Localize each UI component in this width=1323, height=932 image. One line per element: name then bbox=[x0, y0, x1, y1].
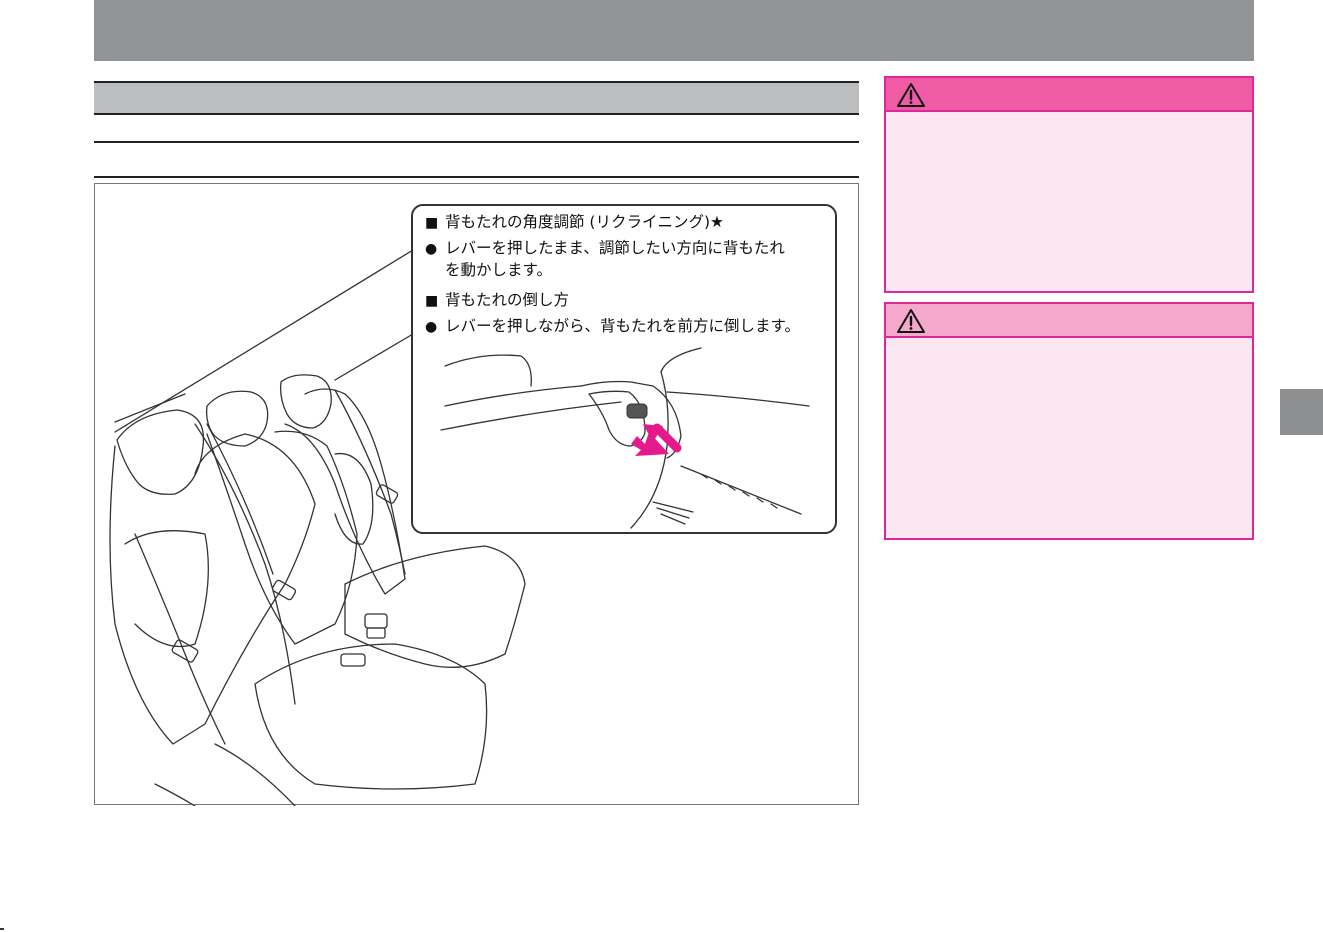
recline-instruction-line1: レバーを押したまま、調節したい方向に背もたれ bbox=[445, 239, 785, 257]
recline-heading: 背もたれの角度調節 (リクライニング)★ bbox=[445, 213, 724, 231]
rear-seat-illustration: ■ 背もたれの角度調節 (リクライニング)★ ● レバーを押したまま、調節したい方向… bbox=[94, 183, 859, 806]
caution-box-header bbox=[886, 304, 1252, 338]
fold-heading: 背もたれの倒し方 bbox=[445, 291, 570, 309]
page-header-bar bbox=[94, 0, 1254, 61]
round-bullet: ● bbox=[425, 319, 438, 335]
warning-triangle-icon bbox=[897, 83, 925, 107]
instruction-callout: ■ 背もたれの角度調節 (リクライニング)★ ● レバーを押したまま、調節したい方向… bbox=[411, 204, 837, 534]
recline-instruction-line2: を動かします。 bbox=[445, 261, 552, 279]
warning-box-header bbox=[886, 78, 1252, 112]
chapter-index-tab bbox=[1280, 389, 1323, 435]
warning-box bbox=[884, 76, 1254, 293]
square-bullet: ■ bbox=[425, 215, 439, 231]
divider-rule bbox=[94, 141, 859, 143]
section-title-bar bbox=[94, 81, 859, 115]
page-corner-mark bbox=[0, 928, 4, 930]
fold-instruction: レバーを押しながら、背もたれを前方に倒します。 bbox=[445, 317, 800, 335]
round-bullet: ● bbox=[425, 241, 438, 257]
lever-detail-drawing bbox=[440, 347, 810, 529]
caution-triangle-icon bbox=[897, 309, 925, 333]
caution-box bbox=[884, 302, 1254, 540]
square-bullet: ■ bbox=[425, 293, 439, 309]
divider-rule bbox=[94, 176, 859, 178]
